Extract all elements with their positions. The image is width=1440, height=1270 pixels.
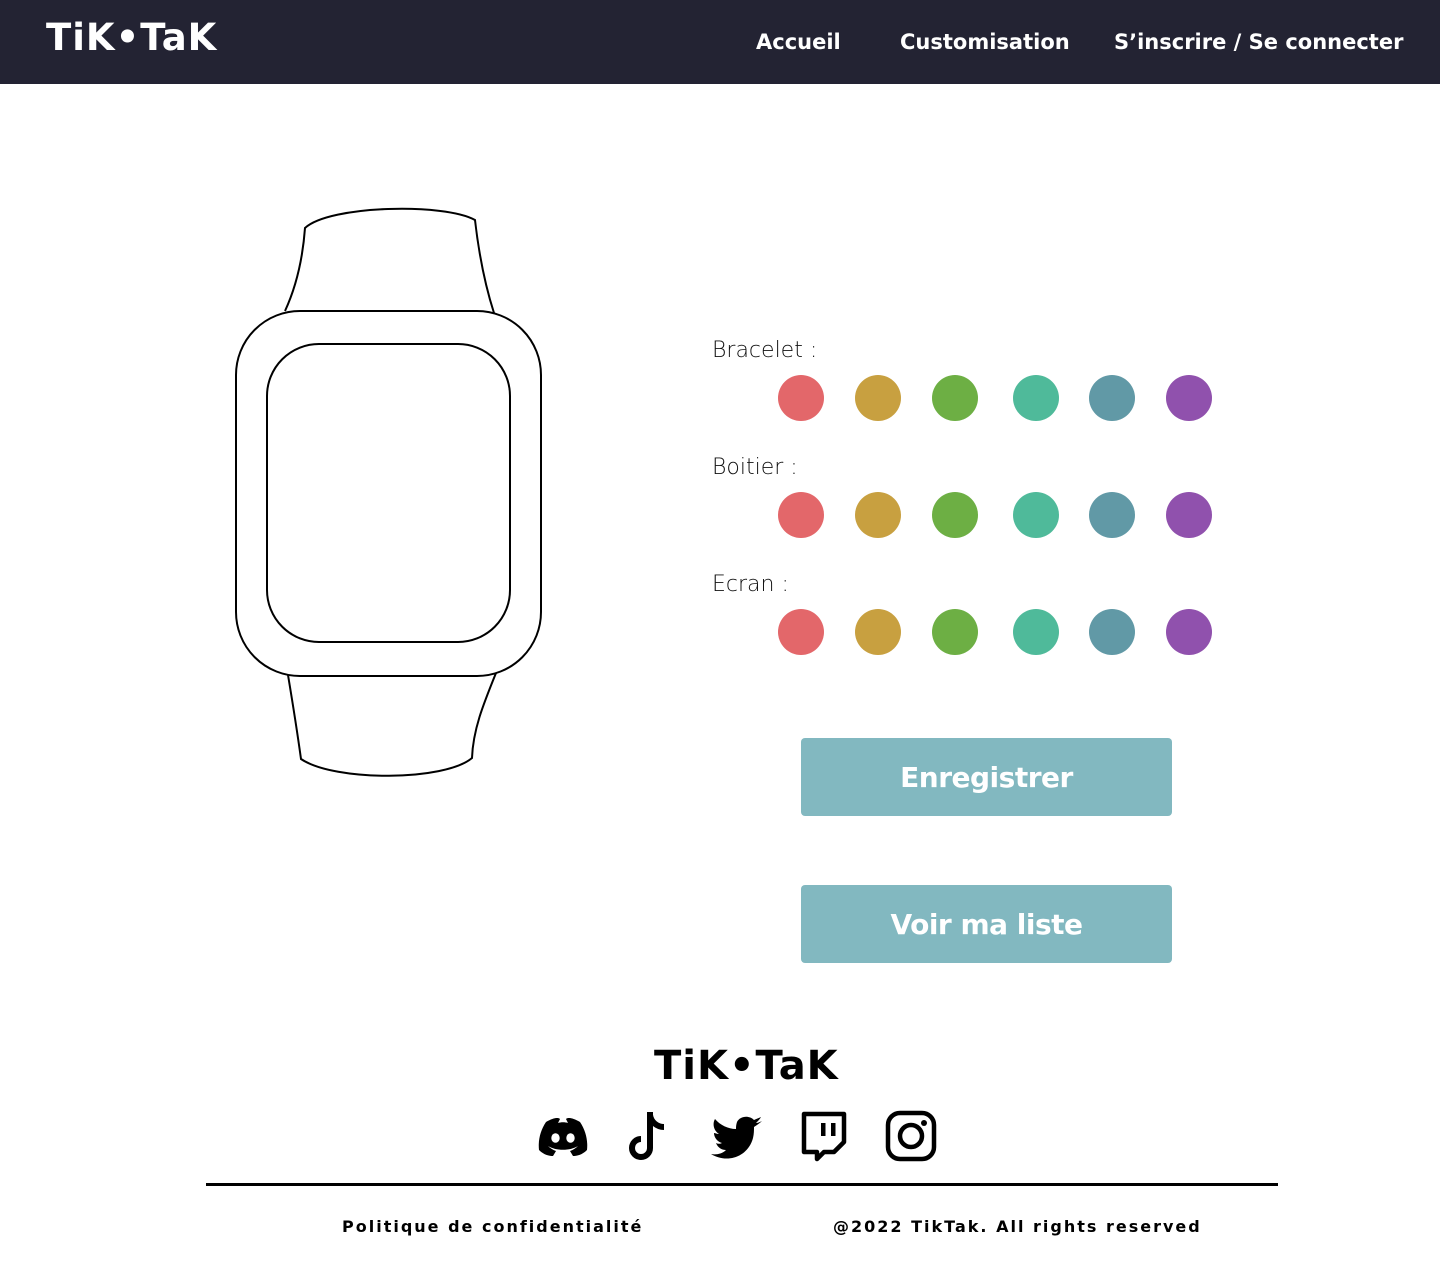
copyright-text: @2022 TikTak. All rights reserved — [833, 1217, 1202, 1236]
ecran-color-swatch[interactable] — [1013, 609, 1059, 655]
boitier-color-swatch[interactable] — [855, 492, 901, 538]
watch-screen — [266, 343, 511, 643]
view-list-button[interactable]: Voir ma liste — [801, 885, 1172, 963]
discord-icon[interactable] — [536, 1110, 590, 1162]
footer-divider — [206, 1183, 1278, 1186]
twitter-icon[interactable] — [710, 1110, 764, 1162]
bracelet-label: Bracelet : — [712, 338, 818, 363]
boitier-label: Boitier : — [712, 455, 798, 480]
save-button[interactable]: Enregistrer — [801, 738, 1172, 816]
watch-band-bottom — [287, 672, 497, 777]
ecran-color-swatch[interactable] — [932, 609, 978, 655]
privacy-policy-link[interactable]: Politique de confidentialité — [342, 1217, 643, 1237]
footer-logo: TiK•TaK — [654, 1043, 839, 1089]
bracelet-color-swatch[interactable] — [1166, 375, 1212, 421]
ecran-color-swatch[interactable] — [855, 609, 901, 655]
bracelet-color-swatch[interactable] — [855, 375, 901, 421]
navbar: TiK•TaK Accueil Customisation S’inscrire… — [0, 0, 1440, 84]
ecran-label: Ecran : — [712, 572, 789, 597]
ecran-color-swatch[interactable] — [1166, 609, 1212, 655]
boitier-color-swatch[interactable] — [1013, 492, 1059, 538]
nav-link-customisation[interactable]: Customisation — [900, 28, 1070, 56]
watch-band-top — [284, 207, 495, 314]
boitier-color-swatch[interactable] — [778, 492, 824, 538]
tiktok-icon[interactable] — [626, 1110, 674, 1162]
ecran-color-swatch[interactable] — [1089, 609, 1135, 655]
bracelet-color-swatch[interactable] — [1089, 375, 1135, 421]
bracelet-color-swatch[interactable] — [932, 375, 978, 421]
header-logo[interactable]: TiK•TaK — [46, 19, 217, 56]
watch-preview — [235, 207, 542, 777]
ecran-color-swatch[interactable] — [778, 609, 824, 655]
boitier-color-swatch[interactable] — [1166, 492, 1212, 538]
boitier-color-swatch[interactable] — [932, 492, 978, 538]
instagram-icon[interactable] — [884, 1110, 938, 1162]
boitier-color-swatch[interactable] — [1089, 492, 1135, 538]
twitch-icon[interactable] — [800, 1110, 848, 1162]
bracelet-color-swatch[interactable] — [778, 375, 824, 421]
nav-link-login[interactable]: S’inscrire / Se connecter — [1114, 28, 1403, 56]
bracelet-color-swatch[interactable] — [1013, 375, 1059, 421]
nav-link-accueil[interactable]: Accueil — [756, 28, 841, 56]
